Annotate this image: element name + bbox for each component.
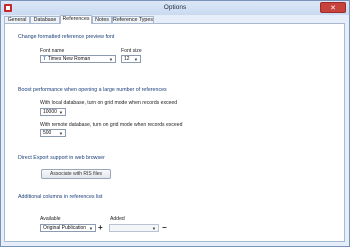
title-bar: Options ✕ [1, 1, 349, 15]
chevron-down-icon: ▼ [58, 110, 63, 115]
available-columns-select[interactable]: Original Publication ▼ [40, 224, 96, 232]
performance-heading: Boost performance when opening a large n… [18, 87, 167, 93]
added-columns-select[interactable]: ▼ [109, 224, 159, 232]
font-name-label: Font name [40, 48, 65, 54]
options-window: Options ✕ General Database References No… [0, 0, 350, 247]
available-label: Available [40, 216, 61, 222]
add-column-button[interactable]: + [98, 224, 103, 232]
chevron-down-icon: ▼ [133, 57, 138, 62]
remote-db-threshold-value: 500 [43, 130, 52, 136]
remote-db-threshold-select[interactable]: 500 ▼ [40, 129, 66, 137]
font-name-select[interactable]: 𝐓 Times New Roman ▼ [40, 55, 116, 63]
columns-heading: Additional columns in references list [18, 194, 103, 200]
font-name-value: Times New Roman [47, 56, 91, 62]
remote-db-label: With remote database, turn on grid mode … [40, 122, 183, 128]
font-icon: 𝐓 [43, 56, 46, 61]
local-db-label: With local database, turn on grid mode w… [40, 100, 178, 106]
chevron-down-icon: ▼ [151, 226, 156, 231]
chevron-down-icon: ▼ [58, 131, 63, 136]
window-title: Options [163, 4, 187, 11]
associate-ris-button[interactable]: Associate with RIS files [41, 169, 111, 179]
chevron-down-icon: ▼ [108, 57, 113, 62]
close-button[interactable]: ✕ [320, 2, 346, 13]
references-panel: Change formatted reference preview font … [4, 23, 345, 242]
local-db-threshold-value: 10000 [43, 109, 57, 115]
direct-export-heading: Direct Export support in web browser [18, 155, 105, 161]
font-size-value: 12 [124, 56, 130, 62]
font-size-label: Font size [121, 48, 142, 54]
available-columns-value: Original Publication [43, 225, 87, 231]
tab-references[interactable]: References [60, 15, 92, 24]
chevron-down-icon: ▼ [88, 226, 93, 231]
remove-column-button[interactable]: − [162, 224, 167, 232]
font-size-select[interactable]: 12 ▼ [121, 55, 141, 63]
local-db-threshold-select[interactable]: 10000 ▼ [40, 108, 66, 116]
preview-font-heading: Change formatted reference preview font [18, 34, 115, 40]
added-label: Added [110, 216, 125, 222]
